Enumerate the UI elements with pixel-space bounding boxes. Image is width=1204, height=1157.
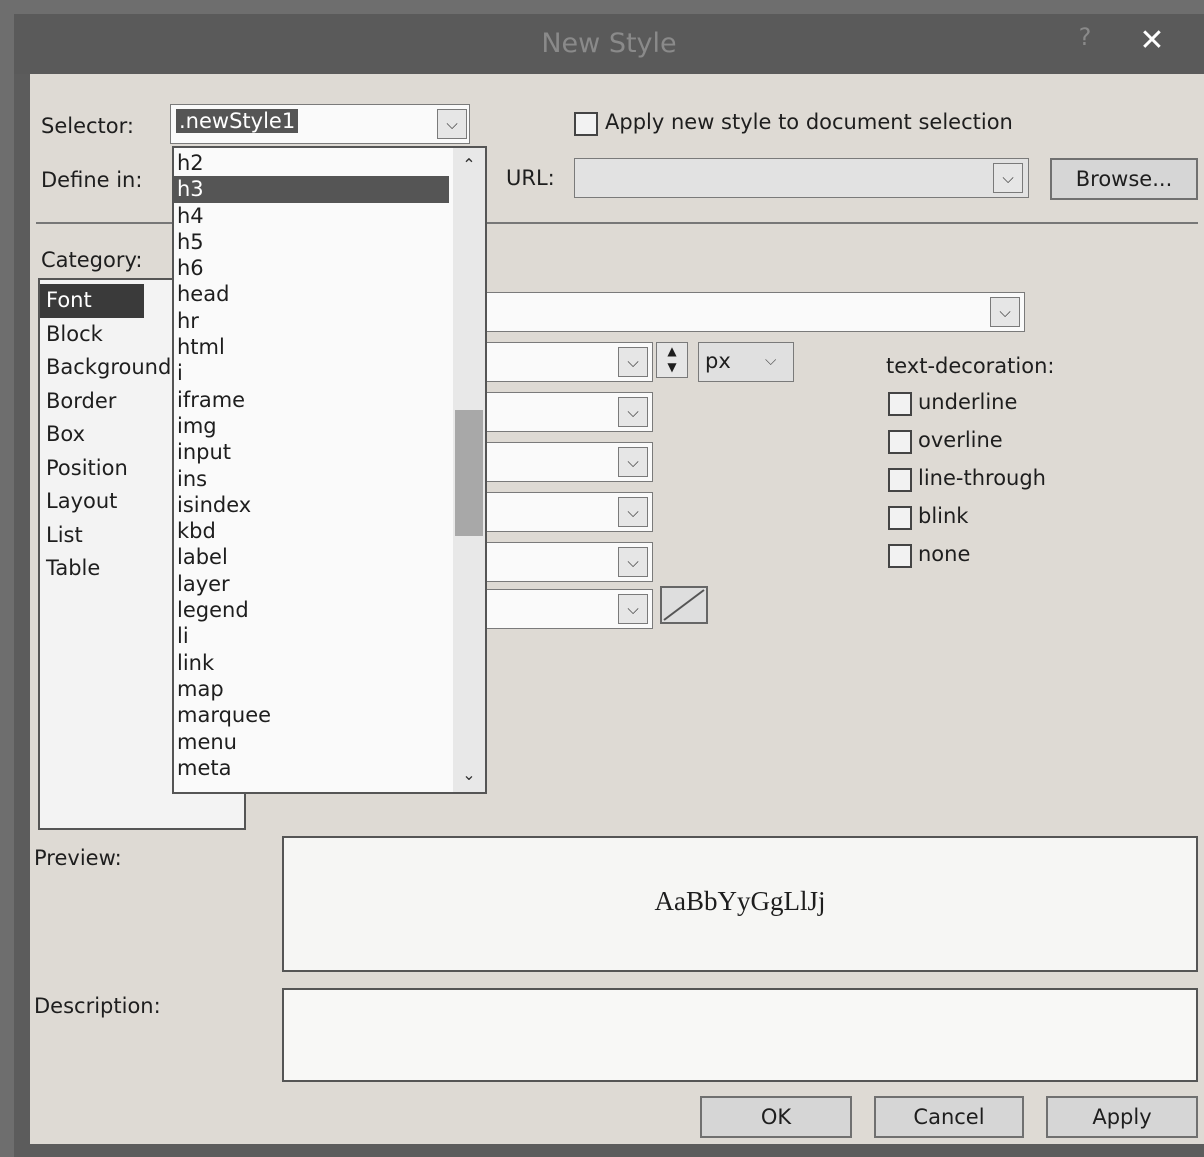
dropdown-item-h3[interactable]: h3	[174, 176, 449, 203]
dropdown-scrollbar[interactable]: ⌃ ⌄	[453, 148, 485, 792]
blink-checkbox[interactable]	[888, 506, 912, 530]
line-through-label: line-through	[918, 466, 1046, 490]
font-family-dropdown-button[interactable]: ⌵	[990, 297, 1020, 327]
chevron-down-icon: ⌵	[627, 553, 639, 571]
font-variant-dropdown-button[interactable]: ⌵	[618, 497, 648, 527]
font-style-dropdown-button[interactable]: ⌵	[618, 447, 648, 477]
preview-box: AaBbYyGgLlJj	[282, 836, 1198, 972]
dropdown-item-img[interactable]: img	[174, 413, 453, 439]
text-transform-combobox[interactable]: ⌵	[485, 542, 653, 582]
cancel-button[interactable]: Cancel	[874, 1096, 1024, 1138]
close-button[interactable]: ✕	[1120, 20, 1184, 62]
url-dropdown-button[interactable]: ⌵	[993, 163, 1023, 193]
line-through-checkbox[interactable]	[888, 468, 912, 492]
dropdown-item-link[interactable]: link	[174, 650, 453, 676]
text-decoration-label: text-decoration:	[886, 354, 1055, 378]
description-label: Description:	[34, 994, 161, 1018]
dropdown-item-menu[interactable]: menu	[174, 729, 453, 755]
dropdown-item-ins[interactable]: ins	[174, 466, 453, 492]
selector-dropdown-button[interactable]: ⌵	[437, 109, 467, 139]
font-weight-combobox[interactable]: ⌵	[485, 392, 653, 432]
apply-new-style-label: Apply new style to document selection	[605, 110, 1013, 134]
ok-button[interactable]: OK	[700, 1096, 852, 1138]
font-family-combobox[interactable]: ⌵	[485, 292, 1025, 332]
dropdown-item-h5[interactable]: h5	[174, 229, 453, 255]
color-dropdown-button[interactable]: ⌵	[618, 594, 648, 624]
dropdown-items: h2 h3 h4 h5 h6 head hr html i iframe img…	[174, 150, 453, 781]
underline-checkbox[interactable]	[888, 392, 912, 416]
dropdown-item-input[interactable]: input	[174, 439, 453, 465]
font-size-dropdown-button[interactable]: ⌵	[618, 347, 648, 377]
dropdown-item-h6[interactable]: h6	[174, 255, 453, 281]
scrollbar-thumb[interactable]	[455, 410, 483, 536]
chevron-down-icon: ⌵	[627, 600, 639, 618]
dropdown-item-iframe[interactable]: iframe	[174, 387, 453, 413]
dropdown-item-h2[interactable]: h2	[174, 150, 453, 176]
chevron-down-icon: ⌵	[1002, 169, 1014, 187]
blink-label: blink	[918, 504, 969, 528]
chevron-down-icon: ⌵	[627, 453, 639, 471]
font-weight-dropdown-button[interactable]: ⌵	[618, 397, 648, 427]
font-style-combobox[interactable]: ⌵	[485, 442, 653, 482]
chevron-down-icon: ⌵	[627, 353, 639, 371]
dropdown-item-legend[interactable]: legend	[174, 597, 453, 623]
color-swatch-icon[interactable]	[660, 586, 708, 624]
define-in-label: Define in:	[41, 168, 143, 192]
dropdown-item-map[interactable]: map	[174, 676, 453, 702]
preview-sample-text: AaBbYyGgLlJj	[654, 886, 826, 916]
overline-checkbox[interactable]	[888, 430, 912, 454]
chevron-down-icon: ⌵	[627, 403, 639, 421]
selector-combobox[interactable]: .newStyle1 ⌵	[170, 104, 470, 144]
font-size-unit-combobox[interactable]: px ⌵	[698, 342, 794, 382]
dropdown-item-html[interactable]: html	[174, 334, 453, 360]
color-combobox[interactable]: ⌵	[485, 589, 653, 629]
no-color-slash-icon	[663, 589, 705, 621]
none-checkbox[interactable]	[888, 544, 912, 568]
underline-label: underline	[918, 390, 1018, 414]
dropdown-item-isindex[interactable]: isindex	[174, 492, 453, 518]
dropdown-item-head[interactable]: head	[174, 281, 453, 307]
chevron-up-icon[interactable]: ⌃	[453, 150, 485, 180]
selector-label: Selector:	[41, 114, 134, 138]
dialog-body: Selector: .newStyle1 ⌵ Apply new style t…	[30, 74, 1204, 1144]
overline-label: overline	[918, 428, 1003, 452]
dropdown-item-i[interactable]: i	[174, 360, 453, 386]
text-transform-dropdown-button[interactable]: ⌵	[618, 547, 648, 577]
selector-value: .newStyle1	[176, 109, 299, 133]
selector-dropdown-list: h2 h3 h4 h5 h6 head hr html i iframe img…	[172, 146, 487, 794]
dropdown-item-h4[interactable]: h4	[174, 203, 453, 229]
apply-button[interactable]: Apply	[1046, 1096, 1198, 1138]
category-label: Category:	[41, 248, 143, 272]
chevron-down-icon: ⌵	[446, 115, 458, 133]
title-bar: New Style ? ✕	[14, 14, 1204, 74]
apply-new-style-checkbox[interactable]	[574, 112, 598, 136]
font-size-spinner[interactable]: ▲ ▼	[656, 342, 688, 378]
dropdown-item-meta[interactable]: meta	[174, 755, 453, 781]
dropdown-item-kbd[interactable]: kbd	[174, 518, 453, 544]
dialog-title: New Style	[541, 28, 677, 59]
spin-down-icon[interactable]: ▼	[657, 359, 687, 375]
dropdown-item-layer[interactable]: layer	[174, 571, 453, 597]
dropdown-item-li[interactable]: li	[174, 623, 453, 649]
none-label: none	[918, 542, 971, 566]
font-size-unit-value: px	[705, 349, 731, 373]
chevron-down-icon: ⌵	[765, 351, 777, 369]
chevron-down-icon: ⌵	[627, 503, 639, 521]
url-combobox[interactable]: ⌵	[574, 158, 1029, 198]
chevron-down-icon[interactable]: ⌄	[453, 760, 485, 790]
url-label: URL:	[506, 166, 555, 190]
help-button[interactable]: ?	[1070, 22, 1100, 52]
chevron-down-icon: ⌵	[999, 303, 1011, 321]
dropdown-item-marquee[interactable]: marquee	[174, 702, 453, 728]
font-size-combobox[interactable]: ⌵	[485, 342, 653, 382]
new-style-dialog: New Style ? ✕ Selector: .newStyle1 ⌵ App…	[14, 14, 1204, 1157]
spin-up-icon[interactable]: ▲	[657, 343, 687, 359]
browse-button[interactable]: Browse...	[1050, 158, 1198, 200]
dropdown-item-hr[interactable]: hr	[174, 308, 453, 334]
category-item-font[interactable]: Font	[40, 284, 144, 318]
description-box	[282, 988, 1198, 1082]
dropdown-item-label[interactable]: label	[174, 544, 453, 570]
preview-label: Preview:	[34, 846, 122, 870]
font-variant-combobox[interactable]: ⌵	[485, 492, 653, 532]
